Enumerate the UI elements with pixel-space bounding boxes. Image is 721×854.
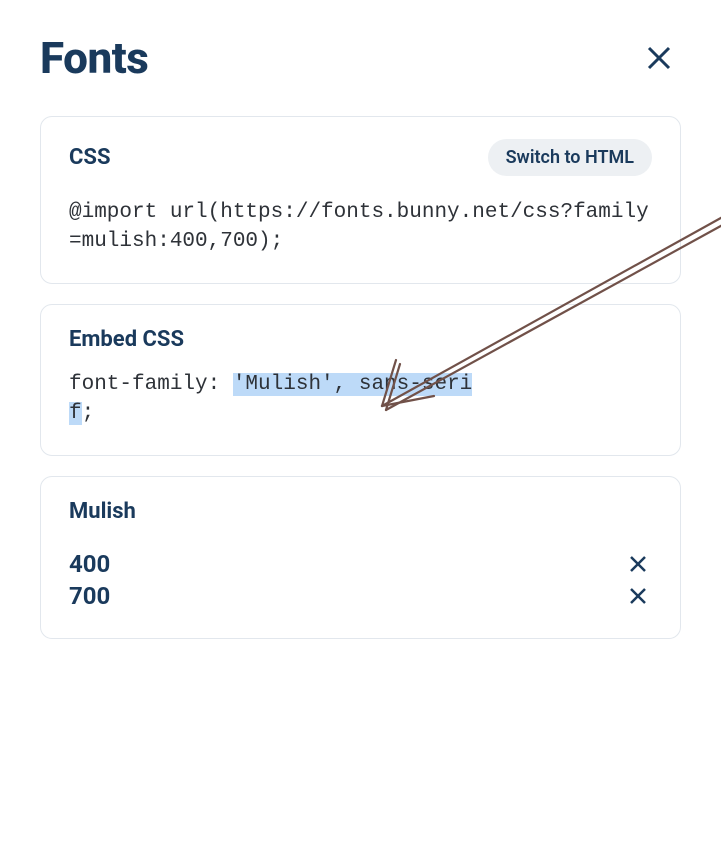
embed-code-prefix: font-family: <box>69 373 233 396</box>
embed-css-code[interactable]: font-family: 'Mulish', sans-seri f; <box>69 370 652 429</box>
embed-code-highlight-1: 'Mulish', sans-seri <box>233 373 472 396</box>
embed-card-title: Embed CSS <box>69 327 184 352</box>
font-family-card: Mulish 400 700 <box>40 476 681 639</box>
css-card-title: CSS <box>69 145 111 170</box>
close-icon <box>628 554 648 574</box>
font-weights-list: 400 700 <box>69 548 652 612</box>
embed-card-header: Embed CSS <box>69 327 652 352</box>
font-family-name: Mulish <box>69 499 652 524</box>
embed-css-card: Embed CSS font-family: 'Mulish', sans-se… <box>40 304 681 456</box>
close-icon <box>628 586 648 606</box>
css-card-header: CSS Switch to HTML <box>69 139 652 176</box>
embed-code-suffix: ; <box>82 402 95 425</box>
css-import-card: CSS Switch to HTML @import url(https://f… <box>40 116 681 284</box>
css-import-code[interactable]: @import url(https://fonts.bunny.net/css?… <box>69 198 652 257</box>
remove-weight-button[interactable] <box>624 550 652 578</box>
panel-header: Fonts <box>0 0 721 104</box>
close-button[interactable] <box>637 36 681 80</box>
page-title: Fonts <box>40 32 148 84</box>
remove-weight-button[interactable] <box>624 582 652 610</box>
font-weight-value: 400 <box>69 550 110 578</box>
font-weight-value: 700 <box>69 582 110 610</box>
close-icon <box>645 44 673 72</box>
font-weight-row: 700 <box>69 580 652 612</box>
embed-code-highlight-2: f <box>69 402 82 425</box>
switch-to-html-button[interactable]: Switch to HTML <box>488 139 652 176</box>
font-weight-row: 400 <box>69 548 652 580</box>
